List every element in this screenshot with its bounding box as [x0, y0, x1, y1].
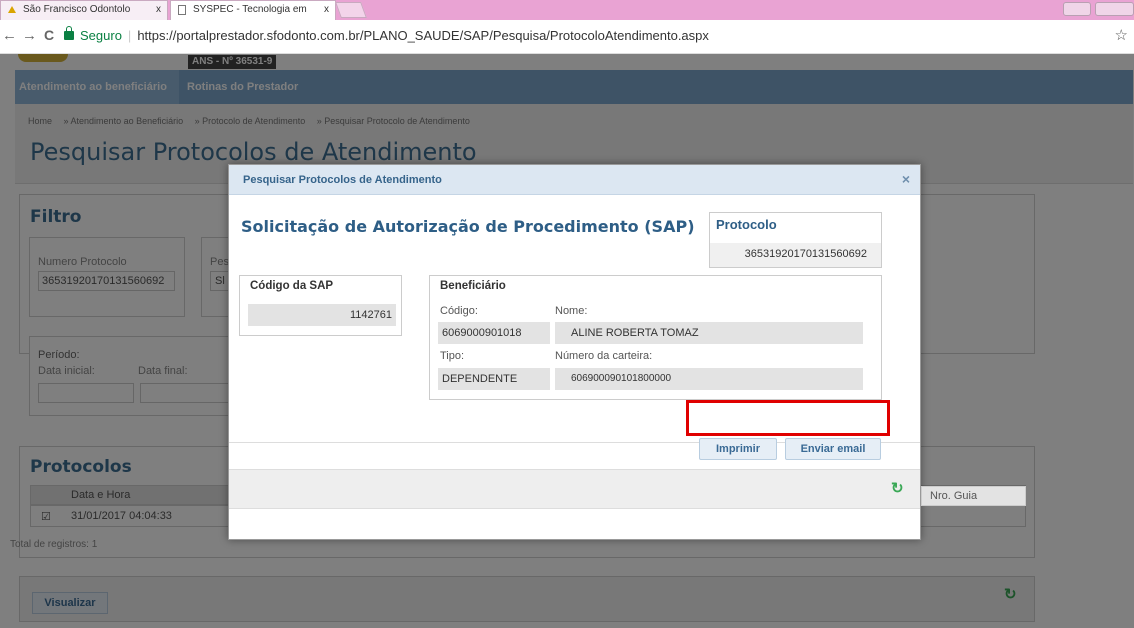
beneficiary-title: Beneficiário: [440, 280, 506, 292]
name-label: Nome:: [555, 305, 588, 317]
refresh-icon[interactable]: ↻: [891, 479, 904, 497]
favicon-icon: [8, 6, 16, 13]
card-label: Número da carteira:: [555, 350, 653, 362]
protocol-modal: Pesquisar Protocolos de Atendimento × So…: [228, 164, 921, 540]
forward-icon[interactable]: →: [22, 27, 37, 44]
tab-close-icon[interactable]: x: [156, 1, 161, 19]
column-guia-label: Nro. Guia: [930, 490, 978, 502]
protocol-box: Protocolo 36531920170131560692: [709, 212, 882, 268]
modal-title: Pesquisar Protocolos de Atendimento: [243, 174, 442, 186]
column-header-guia-visible: Nro. Guia: [921, 486, 1026, 506]
back-icon[interactable]: ←: [2, 27, 17, 44]
protocol-box-title: Protocolo: [716, 217, 777, 232]
code-label: Código:: [440, 305, 478, 317]
address-bar: ← → C Seguro | https://portalprestador.sfo…: [0, 20, 1134, 54]
tab-title: São Francisco Odontolo: [23, 4, 131, 15]
code-value: 6069000901018: [438, 322, 550, 344]
window-minimize-button[interactable]: [1095, 2, 1134, 16]
sap-code-box: Código da SAP 1142761: [239, 275, 402, 336]
url-field[interactable]: Seguro | https://portalprestador.sfodonto.…: [64, 26, 709, 43]
browser-tab-bar: São Francisco Odontolo x SYSPEC - Tecnol…: [0, 0, 1134, 20]
url-text: https://portalprestador.sfodonto.com.br/…: [137, 28, 709, 43]
protocol-value: 36531920170131560692: [710, 243, 881, 267]
highlight-annotation: [686, 400, 890, 436]
sap-heading: Solicitação de Autorização de Procedimen…: [241, 217, 695, 236]
beneficiary-box: Beneficiário Código: 6069000901018 Nome:…: [429, 275, 882, 400]
sap-code-title: Código da SAP: [250, 280, 334, 292]
window-user-button[interactable]: [1063, 2, 1091, 16]
close-icon[interactable]: ×: [902, 171, 910, 187]
card-value: 606900090101800000: [555, 368, 863, 390]
type-label: Tipo:: [440, 350, 465, 362]
page-icon: [178, 5, 186, 15]
lock-icon: [64, 26, 74, 40]
browser-tab-syspec[interactable]: SYSPEC - Tecnologia em x: [170, 0, 336, 20]
reload-icon[interactable]: C: [44, 27, 54, 43]
secure-label: Seguro: [80, 28, 122, 43]
type-value: DEPENDENTE: [438, 368, 550, 390]
tab-title: SYSPEC - Tecnologia em: [193, 4, 307, 15]
name-value: ALINE ROBERTA TOMAZ: [555, 322, 863, 344]
modal-footer: ↻: [229, 469, 920, 509]
print-button[interactable]: Imprimir: [699, 438, 777, 460]
browser-tab-sao-francisco[interactable]: São Francisco Odontolo x: [0, 0, 168, 20]
modal-header: Pesquisar Protocolos de Atendimento ×: [229, 165, 920, 195]
new-tab-button[interactable]: [335, 2, 367, 18]
send-email-button[interactable]: Enviar email: [785, 438, 881, 460]
bookmark-star-icon[interactable]: ☆: [1115, 26, 1128, 44]
tab-close-icon[interactable]: x: [324, 1, 329, 19]
sap-code-value: 1142761: [248, 304, 396, 326]
